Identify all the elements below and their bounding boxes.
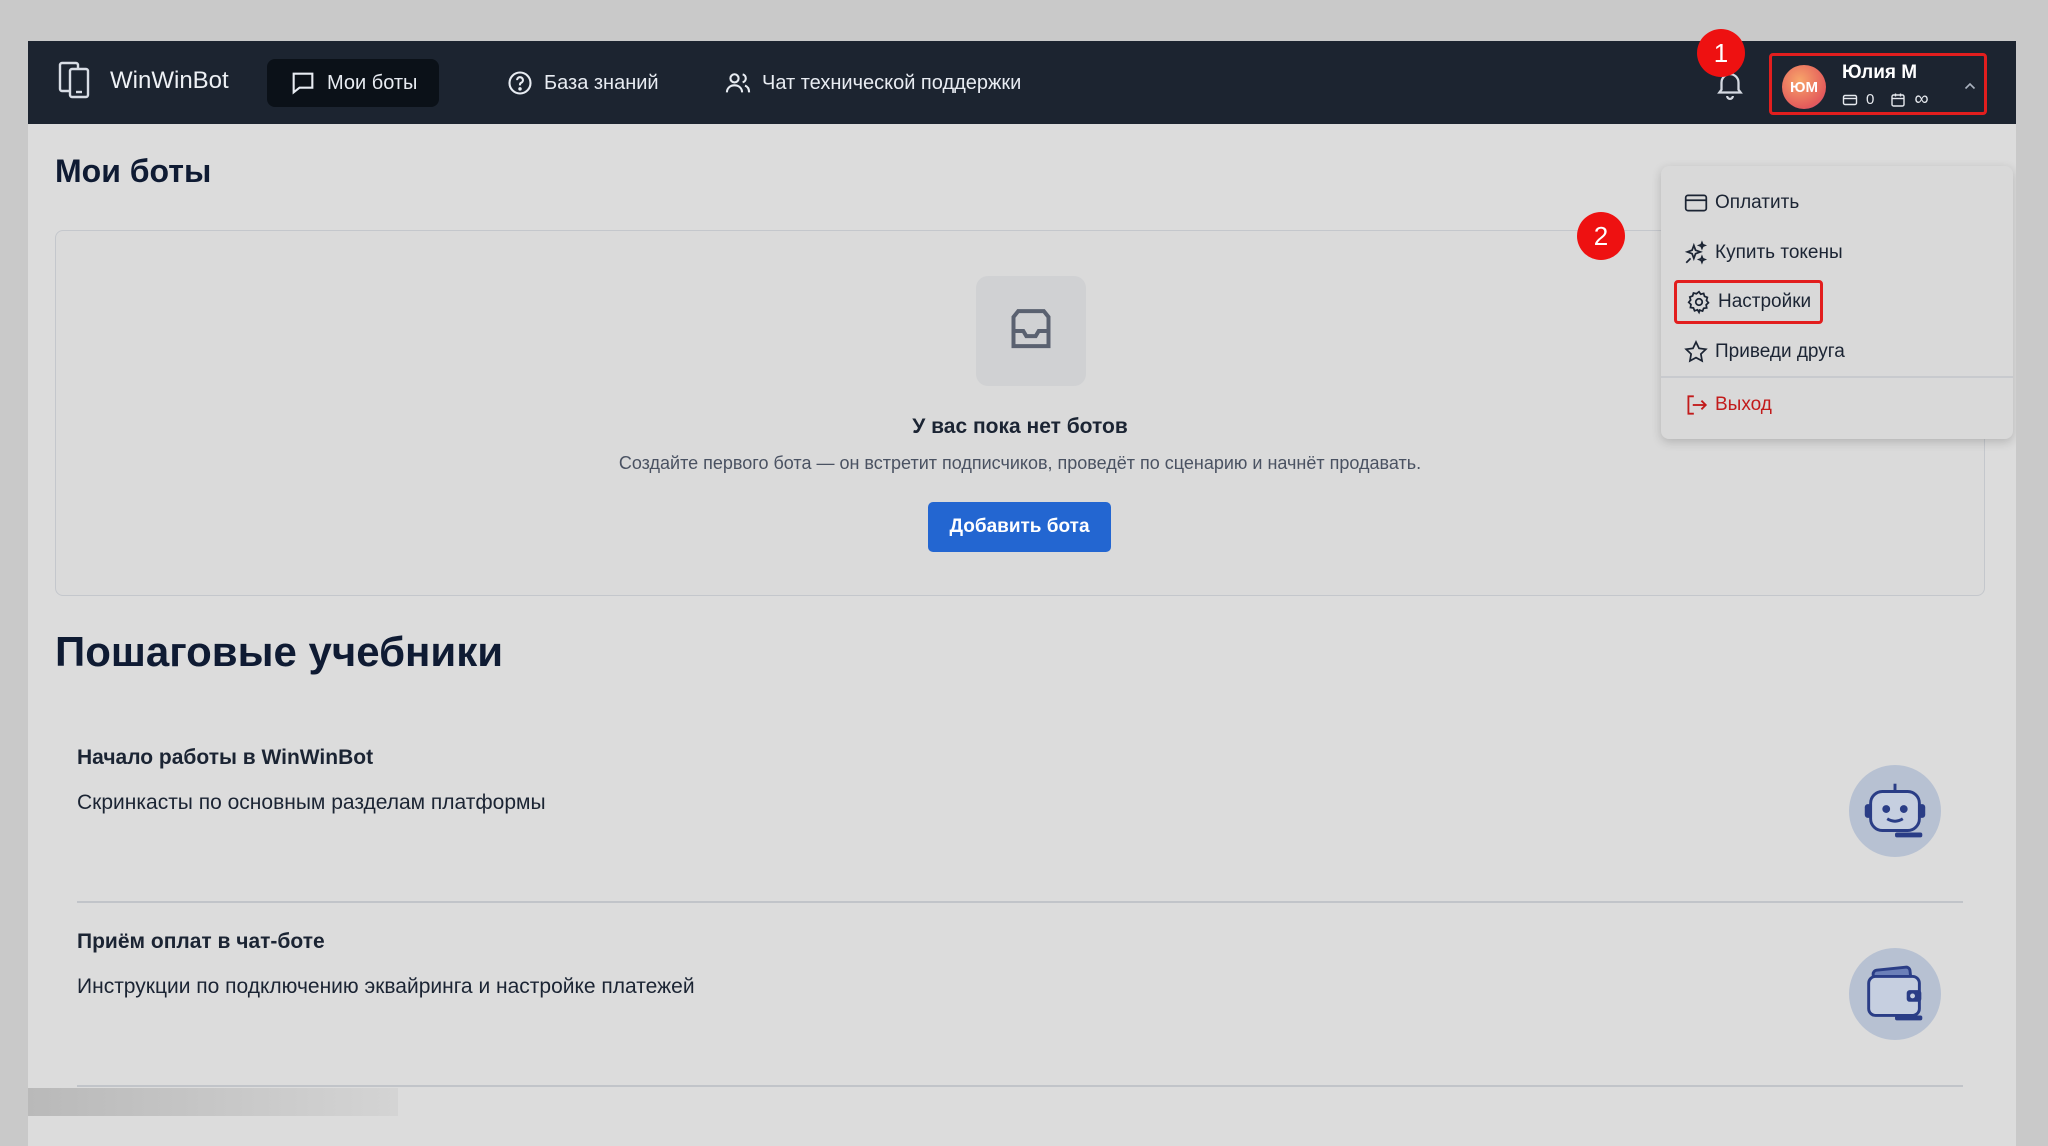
nav-my-bots-label: Мои боты	[327, 71, 418, 94]
menu-item-pay-label: Оплатить	[1715, 192, 1800, 213]
user-dropdown-menu: Оплатить Купить токены Настройки Приведи…	[1661, 166, 2013, 439]
tutorial-icon-wrap	[1849, 948, 1941, 1040]
tutorial-description: Инструкции по подключению эквайринга и н…	[77, 975, 695, 998]
menu-item-buy-tokens[interactable]: Купить токены	[1683, 236, 1843, 270]
nav-knowledge-base-label: База знаний	[544, 71, 659, 94]
menu-item-settings-label: Настройки	[1718, 291, 1812, 312]
app-window: WinWinBot Мои боты База знаний Чат техни…	[28, 41, 2016, 1146]
inbox-icon	[1011, 309, 1051, 349]
divider	[77, 1085, 1963, 1087]
nav-support-chat-label: Чат технической поддержки	[762, 71, 1022, 94]
user-plan-period: ∞	[1914, 88, 1929, 110]
tutorial-title: Начало работы в WinWinBot	[77, 746, 374, 769]
sparkles-icon	[1684, 240, 1708, 265]
step-badge-1: 1	[1697, 29, 1745, 77]
star-icon	[1684, 340, 1708, 363]
tutorials-title: Пошаговые учебники	[55, 628, 504, 675]
user-balance: 0	[1866, 91, 1875, 108]
nav-knowledge-base[interactable]: База знаний	[484, 59, 681, 107]
chat-bubble-icon	[292, 72, 314, 95]
tutorial-title: Приём оплат в чат-боте	[77, 930, 325, 953]
menu-item-logout[interactable]: Выход	[1683, 388, 1772, 422]
credit-card-icon	[1684, 194, 1708, 212]
logout-icon	[1687, 395, 1708, 415]
add-bot-button[interactable]: Добавить бота	[928, 502, 1111, 552]
gear-icon	[1687, 290, 1710, 315]
users-icon	[725, 73, 751, 93]
horizontal-scrollbar[interactable]	[28, 1088, 398, 1116]
nav-support-chat[interactable]: Чат технической поддержки	[702, 59, 1043, 107]
app-name: WinWinBot	[110, 67, 229, 94]
nav-my-bots[interactable]: Мои боты	[267, 59, 440, 107]
page-title: Мои боты	[55, 153, 212, 189]
step-badge-2: 2	[1577, 212, 1625, 260]
help-circle-icon	[508, 71, 532, 95]
menu-divider	[1661, 376, 2013, 378]
user-stats: 0 ∞	[1842, 88, 1929, 111]
user-name: Юлия М	[1842, 62, 1918, 83]
menu-item-refer-friend-label: Приведи друга	[1715, 341, 1845, 362]
menu-item-logout-label: Выход	[1715, 394, 1772, 415]
inbox-tile	[976, 276, 1086, 386]
menu-item-pay[interactable]: Оплатить	[1683, 186, 1799, 220]
tutorial-icon-wrap	[1849, 765, 1941, 857]
calendar-icon	[1891, 93, 1906, 107]
menu-item-buy-tokens-label: Купить токены	[1715, 242, 1843, 263]
tutorial-item[interactable]: Начало работы в WinWinBot Скринкасты по …	[77, 746, 1963, 881]
tutorial-item[interactable]: Приём оплат в чат-боте Инструкции по под…	[77, 930, 1963, 1065]
divider	[77, 901, 1963, 903]
wallet-icon	[1867, 965, 1923, 1021]
logo-icon	[58, 61, 90, 99]
user-menu-button[interactable]: ЮМ Юлия М 0 ∞	[1769, 53, 1987, 115]
logo[interactable]: WinWinBot	[56, 59, 229, 103]
menu-item-settings[interactable]: Настройки	[1674, 280, 1824, 324]
robot-icon	[1864, 783, 1926, 838]
wallet-small-icon	[1842, 94, 1858, 105]
menu-item-refer-friend[interactable]: Приведи друга	[1683, 335, 1845, 369]
empty-state-subtitle: Создайте первого бота — он встретит подп…	[618, 453, 1422, 473]
tutorial-description: Скринкасты по основным разделам платформ…	[77, 791, 546, 814]
chevron-up-icon	[1964, 82, 1976, 90]
avatar: ЮМ	[1782, 65, 1826, 109]
